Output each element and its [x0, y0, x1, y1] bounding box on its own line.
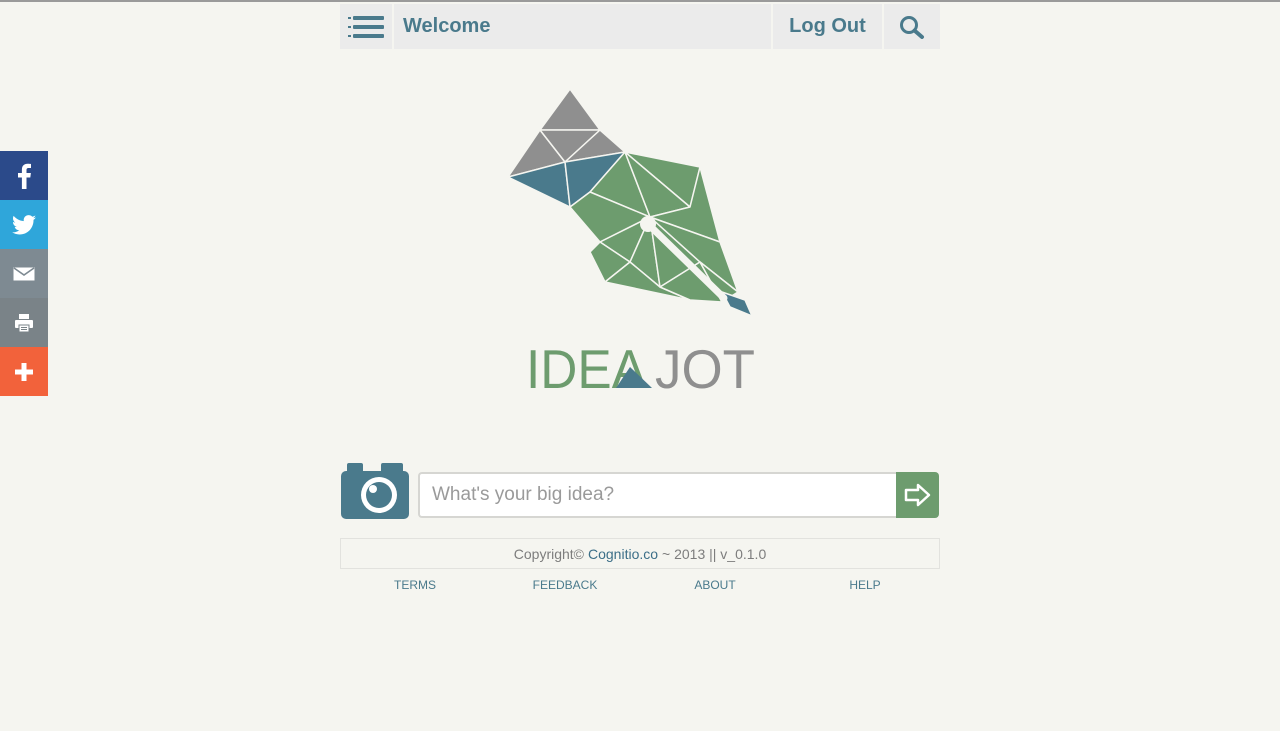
copyright-suffix: ~ 2013 || v_0.1.0 [662, 545, 767, 562]
more-share-button[interactable] [0, 347, 48, 396]
search-icon [900, 15, 924, 39]
terms-link[interactable]: TERMS [340, 578, 490, 594]
menu-button[interactable] [340, 4, 394, 49]
search-button[interactable] [884, 4, 940, 49]
email-share-button[interactable] [0, 249, 48, 298]
facebook-share-button[interactable] [0, 151, 48, 200]
copyright-prefix: Copyright© [513, 545, 584, 562]
social-share-bar [0, 151, 48, 396]
page-title: Welcome [403, 15, 491, 37]
numbered-list-icon [348, 15, 384, 38]
footer-links: TERMS FEEDBACK ABOUT HELP [340, 578, 940, 594]
pen-nib-icon [507, 88, 753, 317]
plus-icon [15, 362, 33, 381]
twitter-share-button[interactable] [0, 200, 48, 249]
copyright-bar: Copyright© Cognitio.co ~ 2013 || v_0.1.0 [340, 538, 940, 569]
print-button[interactable] [0, 298, 48, 347]
camera-icon [341, 463, 409, 519]
ideajot-logo: IDEA JOT [507, 88, 755, 396]
company-link[interactable]: Cognitio.co [588, 546, 658, 562]
help-link[interactable]: HELP [790, 578, 940, 594]
idea-input[interactable] [418, 472, 898, 518]
logo-wordmark-jot: JOT [655, 338, 755, 396]
submit-idea-button[interactable] [896, 472, 939, 518]
feedback-link[interactable]: FEEDBACK [490, 578, 640, 594]
twitter-icon [12, 214, 36, 234]
print-icon [15, 313, 33, 332]
logout-button[interactable]: Log Out [771, 4, 884, 49]
mail-icon [13, 266, 35, 280]
camera-upload-button[interactable] [341, 461, 411, 521]
arrow-right-icon [904, 483, 930, 507]
facebook-icon [18, 163, 31, 189]
about-link[interactable]: ABOUT [640, 578, 790, 594]
top-nav: Welcome Log Out [340, 4, 940, 49]
